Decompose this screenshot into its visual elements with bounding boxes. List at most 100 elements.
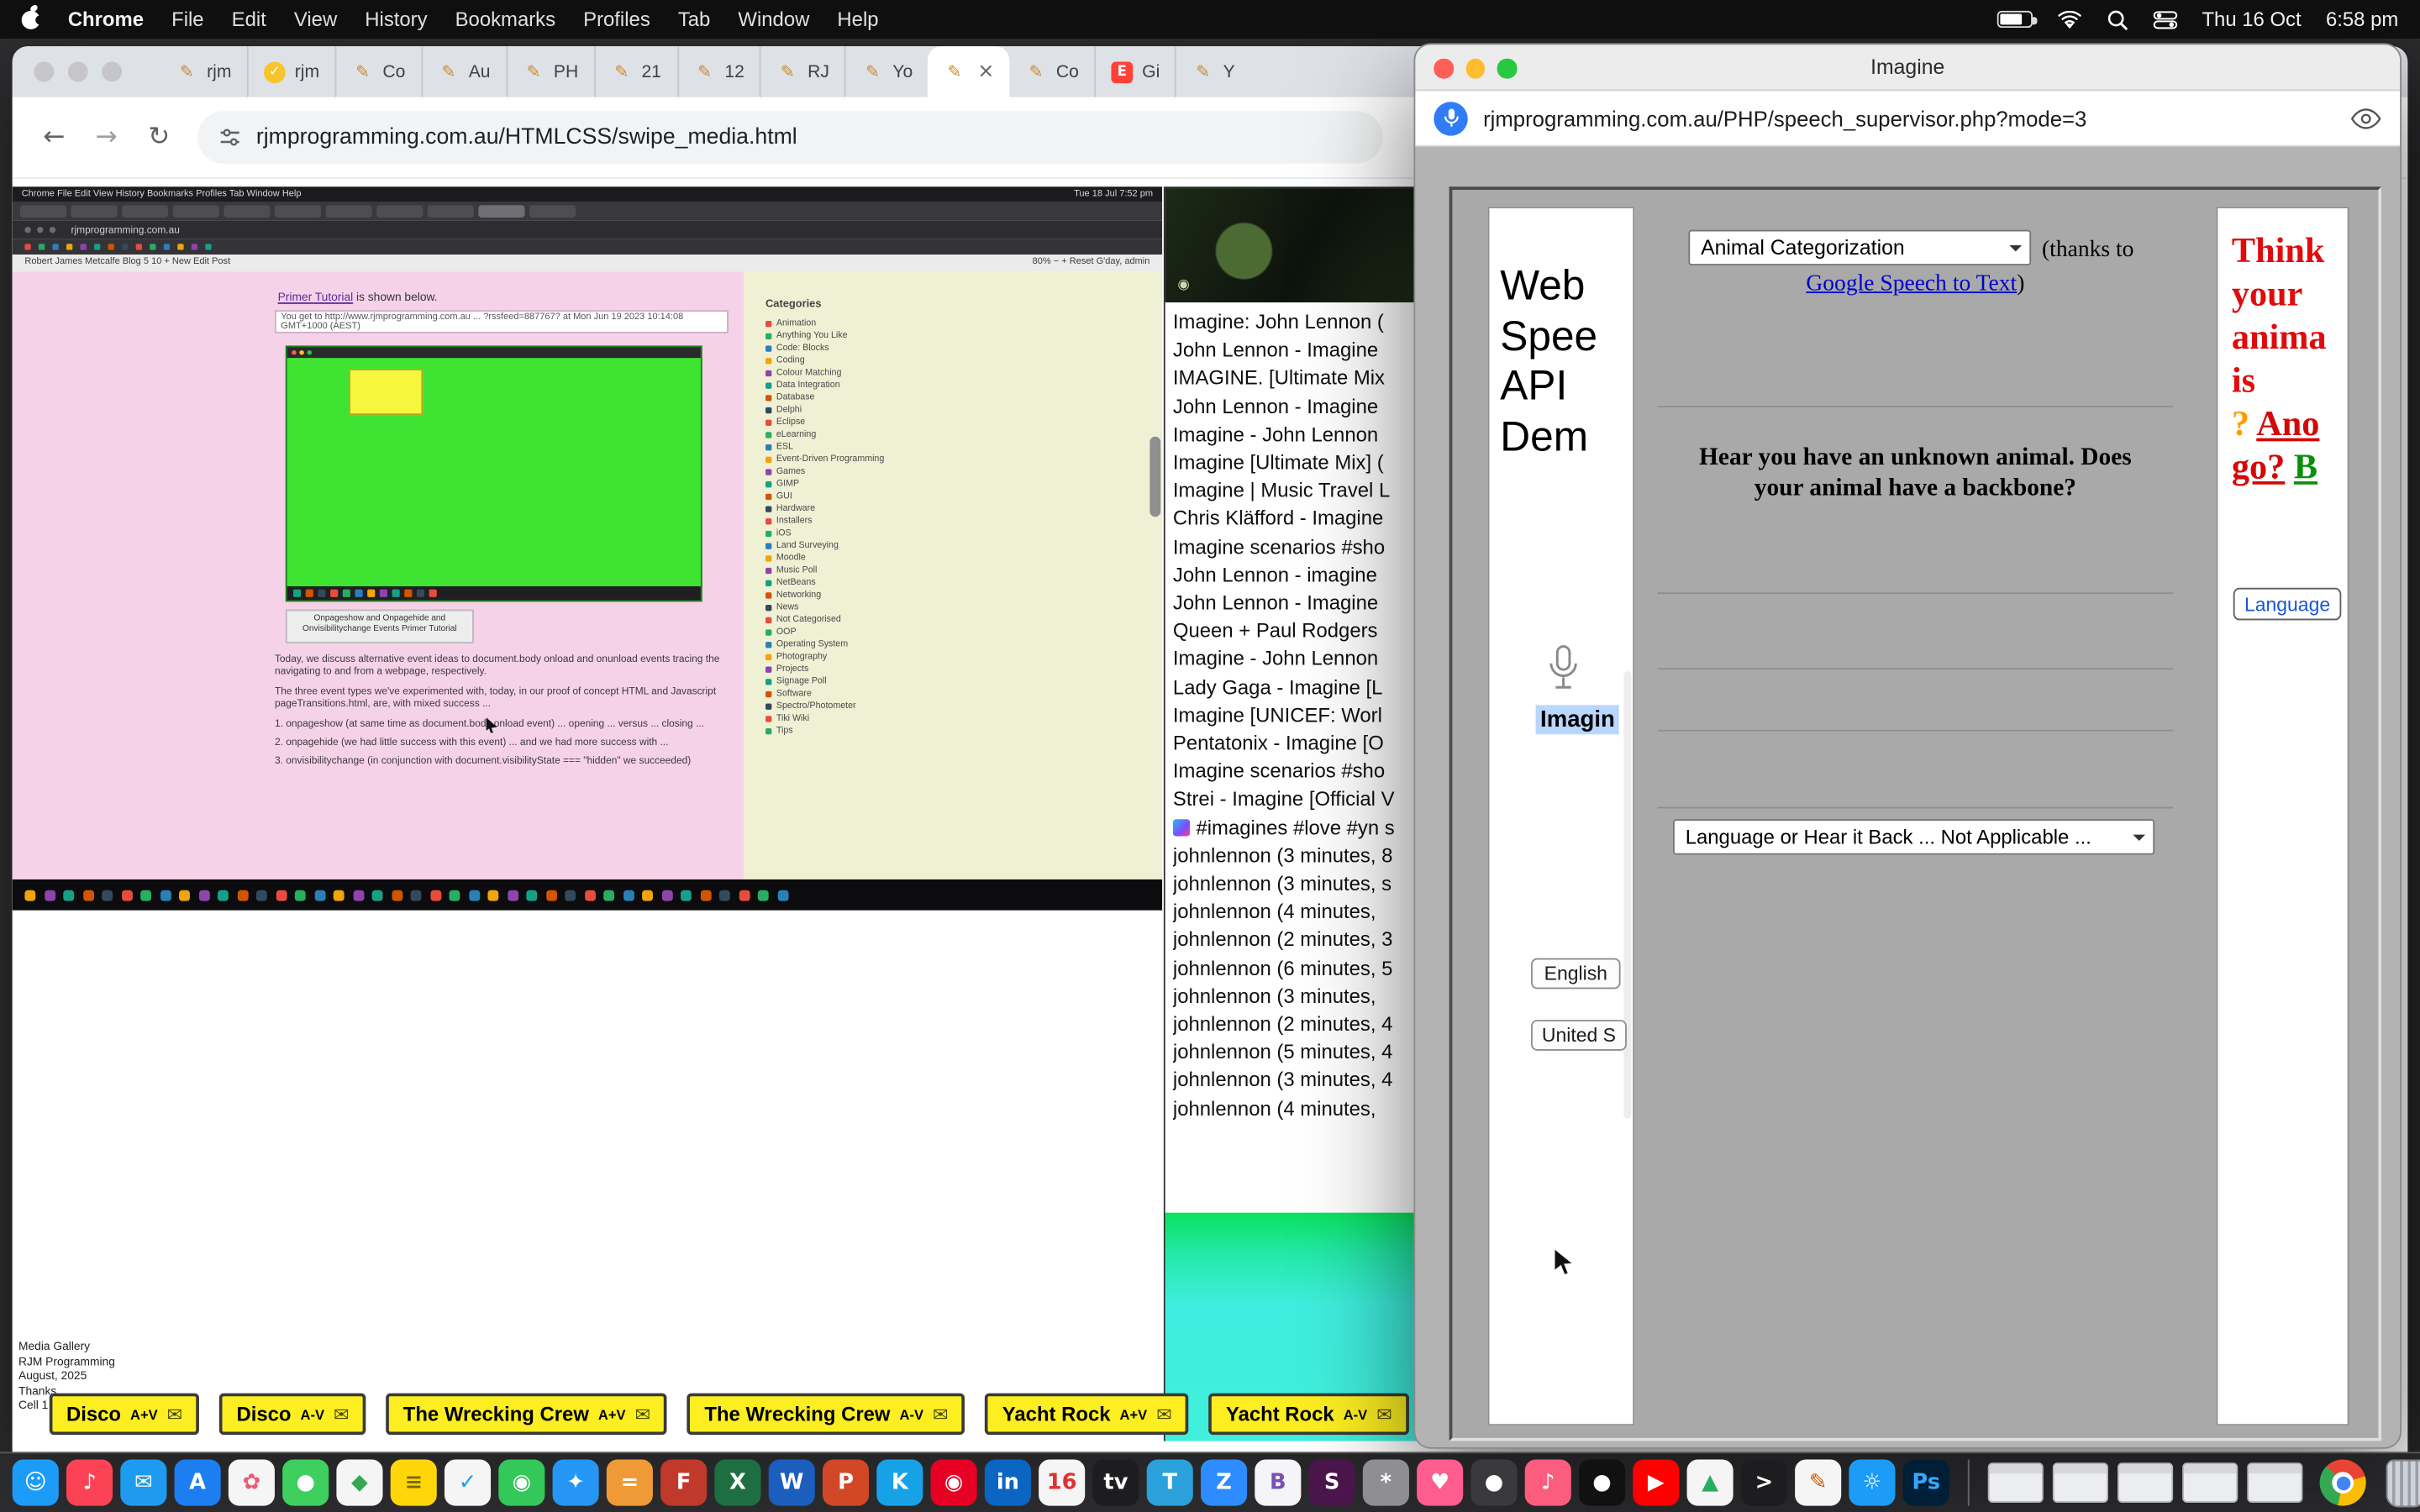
playlist-item[interactable]: johnlennon (3 minutes, s <box>1173 870 1420 898</box>
category-item[interactable]: Tips <box>765 725 884 738</box>
dock-window-preview[interactable] <box>2247 1462 2302 1503</box>
playlist-item[interactable]: Imagine [UNICEF: Worl <box>1173 701 1420 729</box>
dock-icon-youtube[interactable]: ▶ <box>1633 1460 1679 1506</box>
browser-tab[interactable]: ✎Y <box>1176 46 1250 97</box>
category-item[interactable]: eLearning <box>765 429 884 442</box>
category-dropdown[interactable]: Animal Categorization <box>1688 230 2031 265</box>
playlist-item[interactable]: Strei - Imagine [Official V <box>1173 786 1420 814</box>
playlist-item[interactable]: Imagine scenarios #sho <box>1173 533 1420 561</box>
another-go-link[interactable]: go? <box>2232 448 2285 486</box>
menubar-menu-profiles[interactable]: Profiles <box>583 8 650 31</box>
dock-icon-calendar[interactable]: 16 <box>1039 1460 1085 1506</box>
playlist-item[interactable]: Imagine scenarios #sho <box>1173 758 1420 785</box>
dock-icon-photoshop[interactable]: Ps <box>1903 1460 1949 1506</box>
category-item[interactable]: Signage Poll <box>765 675 884 688</box>
playlist-item[interactable]: johnlennon (4 minutes, <box>1173 898 1420 926</box>
dock-icon-github[interactable]: ● <box>1579 1460 1625 1506</box>
close-window-button[interactable] <box>34 61 54 81</box>
playlist-item[interactable]: Imagine [Ultimate Mix] ( <box>1173 449 1420 477</box>
another-go-link[interactable]: Ano <box>2256 404 2319 443</box>
media-gallery-button[interactable]: Yacht RockA-V✉ <box>1209 1394 1409 1436</box>
category-item[interactable]: Photography <box>765 651 884 664</box>
media-gallery-button[interactable]: The Wrecking CrewA+V✉ <box>387 1394 668 1436</box>
dialect-select[interactable]: United S <box>1531 1020 1627 1051</box>
playlist-item[interactable]: Imagine - John Lennon <box>1173 646 1420 674</box>
playlist-item[interactable]: johnlennon (3 minutes, <box>1173 983 1420 1011</box>
dock-icon-excel[interactable]: X <box>714 1460 760 1506</box>
menubar-menu-history[interactable]: History <box>365 8 427 31</box>
eye-icon[interactable] <box>2350 108 2381 129</box>
menubar-time[interactable]: 6:58 pm <box>2326 8 2398 31</box>
browser-tab[interactable]: ✎Co <box>334 46 420 97</box>
dock-icon-pencil-app[interactable]: ✎ <box>1795 1460 1841 1506</box>
language-select[interactable]: English <box>1531 958 1621 990</box>
category-item[interactable]: Event-Driven Programming <box>765 454 884 466</box>
menubar-menu-help[interactable]: Help <box>837 8 878 31</box>
category-item[interactable]: Animation <box>765 318 884 330</box>
dock-icon-finder[interactable]: ☺ <box>13 1460 59 1506</box>
dock-icon-calculator[interactable]: = <box>607 1460 653 1506</box>
media-gallery-button[interactable]: DiscoA+V✉ <box>50 1394 200 1436</box>
dock-icon-safari[interactable]: ✦ <box>553 1460 599 1506</box>
google-speech-link[interactable]: Google Speech to Text <box>1806 271 2017 296</box>
spotlight-search-icon[interactable] <box>2107 8 2128 30</box>
zoom-window-button[interactable] <box>102 61 122 81</box>
browser-tab[interactable]: ✎Yo <box>844 46 928 97</box>
dock-icon-slack[interactable]: S <box>1309 1460 1355 1506</box>
category-item[interactable]: Operating System <box>765 638 884 651</box>
playlist-item[interactable]: johnlennon (6 minutes, 5 <box>1173 954 1420 982</box>
category-item[interactable]: Code: Blocks <box>765 343 884 355</box>
dock-icon-facetime[interactable]: ◉ <box>498 1460 544 1506</box>
media-gallery-button[interactable]: The Wrecking CrewA-V✉ <box>687 1394 965 1436</box>
trash-icon[interactable] <box>2386 1459 2420 1507</box>
browser-tab[interactable]: ✎rjm <box>160 46 247 97</box>
zoom-window-button[interactable] <box>1497 59 1517 78</box>
dock-window-preview[interactable] <box>1988 1462 2044 1503</box>
menubar-app-name[interactable]: Chrome <box>68 8 144 31</box>
category-item[interactable]: Colour Matching <box>765 367 884 380</box>
category-item[interactable]: Spectro/Photometer <box>765 701 884 713</box>
category-item[interactable]: Data Integration <box>765 380 884 392</box>
embedded-screenshot[interactable]: Chrome File Edit View History Bookmarks … <box>13 186 1162 913</box>
category-item[interactable]: Moodle <box>765 553 884 565</box>
playlist-item[interactable]: John Lennon - Imagine <box>1173 393 1420 421</box>
wifi-icon[interactable] <box>2057 10 2081 29</box>
dock-window-preview[interactable] <box>2182 1462 2238 1503</box>
playlist-item[interactable]: Queen + Paul Rodgers <box>1173 617 1420 645</box>
playlist-item[interactable]: Imagine | Music Travel L <box>1173 477 1420 505</box>
dock-icon-mail[interactable]: ✉ <box>120 1460 166 1506</box>
dock-icon-linkedin[interactable]: in <box>985 1460 1031 1506</box>
category-item[interactable]: GUI <box>765 491 884 503</box>
media-gallery-button[interactable]: Yacht RockA+V✉ <box>986 1394 1189 1436</box>
playlist-item[interactable]: John Lennon - Imagine <box>1173 337 1420 365</box>
dock-icon-music[interactable]: ♪ <box>66 1460 113 1506</box>
minimize-window-button[interactable] <box>1465 59 1485 78</box>
apple-icon[interactable] <box>22 10 40 29</box>
category-item[interactable]: Coding <box>765 354 884 367</box>
browser-tab[interactable]: ✎Co <box>1010 46 1094 97</box>
category-item[interactable]: Delphi <box>765 404 884 417</box>
playlist-item[interactable]: johnlennon (5 minutes, 4 <box>1173 1039 1420 1067</box>
media-gallery-button[interactable]: DiscoA-V✉ <box>219 1394 366 1436</box>
category-item[interactable]: Land Surveying <box>765 540 884 553</box>
category-item[interactable]: iOS <box>765 528 884 540</box>
site-settings-icon[interactable] <box>219 127 241 149</box>
dock-window-preview[interactable] <box>2053 1462 2108 1503</box>
imagine-url-text[interactable]: rjmprogramming.com.au/PHP/speech_supervi… <box>1483 106 2086 130</box>
playlist-item[interactable]: Imagine - John Lennon <box>1173 421 1420 449</box>
playlist-item[interactable]: Pentatonix - Imagine [O <box>1173 730 1420 758</box>
category-item[interactable]: Hardware <box>765 503 884 516</box>
media-thumbnail[interactable]: ◉ <box>1165 188 1428 302</box>
dock-window-preview[interactable] <box>2118 1462 2173 1503</box>
dock-icon-photos[interactable]: ✿ <box>229 1460 275 1506</box>
primer-tutorial-link[interactable]: Primer Tutorial <box>278 290 354 304</box>
browser-tab[interactable]: EGi <box>1094 46 1175 97</box>
menubar-menu-file[interactable]: File <box>171 8 203 31</box>
chrome-dock-icon[interactable] <box>2320 1460 2366 1506</box>
close-window-button[interactable] <box>1434 59 1453 78</box>
dock-icon-telegram[interactable]: T <box>1147 1460 1193 1506</box>
dock-icon-word[interactable]: W <box>769 1460 815 1506</box>
dock-icon-heart-app[interactable]: ♥ <box>1417 1460 1463 1506</box>
dock-icon-filezilla[interactable]: F <box>660 1460 707 1506</box>
dock-icon-notes[interactable]: ≡ <box>391 1460 437 1506</box>
